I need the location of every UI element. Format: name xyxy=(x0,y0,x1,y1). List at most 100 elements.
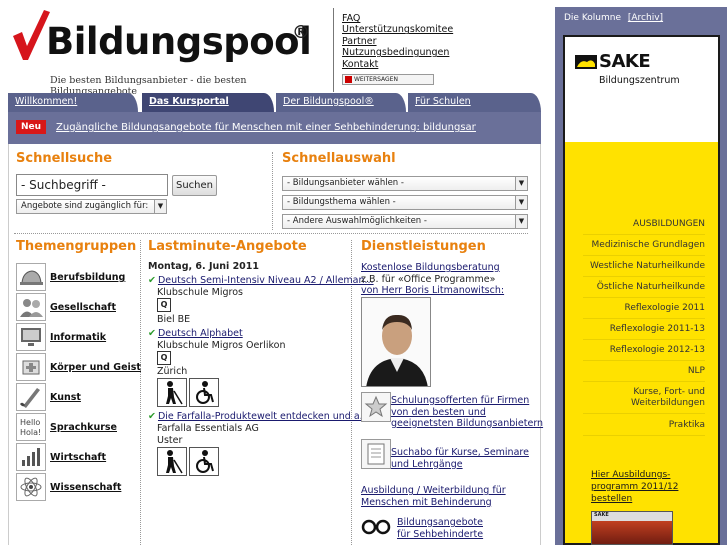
theme-wirtschaft[interactable]: Wirtschaft xyxy=(16,443,140,471)
offer-title-2[interactable]: ✔ Deutsch Alphabet xyxy=(148,328,243,339)
atom-icon xyxy=(16,473,46,501)
offer-link[interactable]: Deutsch Semi-Intensiv Niveau A2 / Allema… xyxy=(158,275,374,286)
ad-brochure-image[interactable]: SAKE xyxy=(591,511,673,545)
suchabo-line: und Lehrgänge xyxy=(391,458,463,470)
archiv-link[interactable]: [Archiv] xyxy=(628,13,663,23)
select-anbieter[interactable]: - Bildungsanbieter wählen - ▼ xyxy=(282,176,528,191)
select-label: - Andere Auswahlmöglichkeiten - xyxy=(287,216,427,226)
tab-label: Willkommen! xyxy=(15,96,78,107)
behinderung-link[interactable]: Ausbildung / Weiterbildung für Menschen … xyxy=(361,485,506,508)
offer-link[interactable]: Die Farfalla-Produktewelt entdecken und … xyxy=(158,411,369,422)
news-bar: Neu Zugängliche Bildungsangebote für Men… xyxy=(8,112,541,144)
advisor-photo[interactable] xyxy=(361,297,431,387)
ad-item[interactable]: Medizinische Grundlagen xyxy=(583,240,705,256)
link-nutzung[interactable]: Nutzungsbedingungen xyxy=(342,47,453,58)
theme-label: Wissenschaft xyxy=(50,482,122,493)
theme-sprachkurse[interactable]: Hello Hola! Sprachkurse xyxy=(16,413,140,441)
share-button[interactable]: WEITERSAGEN xyxy=(342,74,434,85)
ad-item[interactable]: Kurse, Fort- und Weiterbildungen xyxy=(583,387,705,414)
theme-label: Körper und Geist xyxy=(50,362,141,373)
schulung-link[interactable]: Schulungsofferten für Firmen von den bes… xyxy=(391,395,543,430)
access-select[interactable]: Angebote sind zugänglich für: ▼ xyxy=(16,199,167,214)
offer-provider: Klubschule Migros xyxy=(157,287,243,298)
link-faq[interactable]: FAQ xyxy=(342,13,453,24)
glasses-icon[interactable] xyxy=(361,516,391,538)
svg-text:Hola!: Hola! xyxy=(20,428,41,437)
first-aid-icon xyxy=(16,353,46,381)
logo-text: Bildungspool xyxy=(46,20,312,63)
schnellsuche-title: Schnellsuche xyxy=(16,151,113,166)
tab-label: Das Kursportal xyxy=(149,96,229,107)
theme-label: Informatik xyxy=(50,332,107,343)
sake-advertisement[interactable]: SAKE Bildungszentrum AUSBILDUNGEN Medizi… xyxy=(563,35,720,545)
select-andere[interactable]: - Andere Auswahlmöglichkeiten - ▼ xyxy=(282,214,528,229)
theme-koerper-geist[interactable]: Körper und Geist xyxy=(16,353,141,381)
beratung-link[interactable]: Kostenlose Bildungsberatung z.B. für «Of… xyxy=(361,262,504,297)
bar-chart-icon xyxy=(16,443,46,471)
offer-place: Zürich xyxy=(157,366,188,377)
tab-label: Für Schulen xyxy=(415,96,471,107)
ad-item[interactable]: Praktika xyxy=(583,420,705,436)
theme-berufsbildung[interactable]: Berufsbildung xyxy=(16,263,140,291)
quality-badge: Q xyxy=(157,298,171,312)
theme-gesellschaft[interactable]: Gesellschaft xyxy=(16,293,140,321)
beratung-line: von Herr Boris Litmanowitsch: xyxy=(361,285,505,296)
ad-item[interactable]: NLP xyxy=(583,366,705,382)
site-logo[interactable]: Bildungspool ® Die besten Bildungsanbiet… xyxy=(10,8,330,97)
tab-willkommen[interactable]: Willkommen! xyxy=(8,93,138,112)
theme-label: Berufsbildung xyxy=(50,272,126,283)
brush-icon xyxy=(16,383,46,411)
checklist-icon[interactable] xyxy=(361,439,391,469)
chevron-down-icon: ▼ xyxy=(154,200,166,213)
schulung-line: von den besten und xyxy=(391,406,486,418)
check-icon: ✔ xyxy=(148,411,156,422)
blind-person-icon xyxy=(157,447,187,476)
check-icon: ✔ xyxy=(148,275,156,286)
suchabo-link[interactable]: Suchabo für Kurse, Seminare und Lehrgäng… xyxy=(391,447,529,470)
theme-label: Sprachkurse xyxy=(50,422,117,433)
ad-item[interactable]: Westliche Naturheilkunde xyxy=(583,261,705,277)
offer-title-1[interactable]: ✔ Deutsch Semi-Intensiv Niveau A2 / Allem… xyxy=(148,275,374,286)
ad-order-link[interactable]: Hier Ausbildungs-programm 2011/12 bestel… xyxy=(591,469,711,505)
svg-text:Hello: Hello xyxy=(20,418,40,427)
search-input[interactable] xyxy=(16,174,168,196)
dienstleistungen-title: Dienstleistungen xyxy=(361,239,486,254)
news-badge: Neu xyxy=(16,120,47,134)
link-komitee[interactable]: Unterstützungskomitee xyxy=(342,24,453,35)
theme-informatik[interactable]: Informatik xyxy=(16,323,140,351)
ad-item[interactable]: Östliche Naturheilkunde xyxy=(583,282,705,298)
tab-label: Der Bildungspool® xyxy=(283,96,374,107)
offer-place: Uster xyxy=(157,435,183,446)
offer-title-3[interactable]: ✔ Die Farfalla-Produktewelt entdecken und… xyxy=(148,411,369,422)
theme-label: Kunst xyxy=(50,392,81,403)
offer-link[interactable]: Deutsch Alphabet xyxy=(158,328,243,339)
tab-schulen[interactable]: Für Schulen xyxy=(408,93,541,112)
sake-subtitle: Bildungszentrum xyxy=(599,75,680,86)
ad-item[interactable]: AUSBILDUNGEN xyxy=(583,219,705,235)
checkmark-icon xyxy=(13,10,50,60)
search-button[interactable]: Suchen xyxy=(172,175,217,196)
offer-provider: Klubschule Migros Oerlikon xyxy=(157,340,286,351)
ad-item[interactable]: Reflexologie 2011-13 xyxy=(583,324,705,340)
hello-hola-icon: Hello Hola! xyxy=(16,413,46,441)
monitor-icon xyxy=(16,323,46,351)
theme-wissenschaft[interactable]: Wissenschaft xyxy=(16,473,140,501)
link-kontakt[interactable]: Kontakt xyxy=(342,59,453,70)
sake-brand: SAKE xyxy=(599,51,651,72)
star-icon[interactable] xyxy=(361,392,391,422)
divider xyxy=(14,233,528,234)
share-icon xyxy=(345,76,352,83)
schulung-line: geeignetsten Bildungsanbietern xyxy=(391,418,544,429)
select-thema[interactable]: - Bildungsthema wählen - ▼ xyxy=(282,195,528,210)
sehbehinderte-link[interactable]: Bildungsangebote für Sehbehinderte xyxy=(397,517,483,540)
link-partner[interactable]: Partner xyxy=(342,36,453,47)
tab-bildungspool[interactable]: Der Bildungspool® xyxy=(276,93,406,112)
sehbehinderte-line: Bildungsangebote xyxy=(397,517,483,528)
ad-item[interactable]: Reflexologie 2012-13 xyxy=(583,345,705,361)
chevron-down-icon: ▼ xyxy=(515,196,527,209)
tab-kursportal[interactable]: Das Kursportal xyxy=(142,93,274,112)
theme-kunst[interactable]: Kunst xyxy=(16,383,140,411)
quality-badge: Q xyxy=(157,351,171,365)
ad-item[interactable]: Reflexologie 2011 xyxy=(583,303,705,319)
news-link[interactable]: Zugängliche Bildungsangebote für Mensche… xyxy=(56,122,476,133)
